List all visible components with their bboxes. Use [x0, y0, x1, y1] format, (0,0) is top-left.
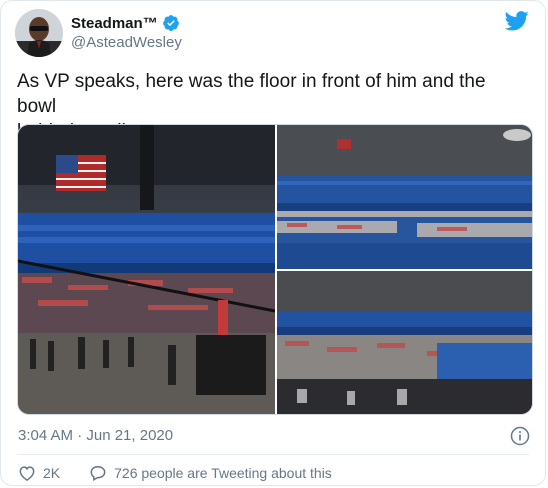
- like-count: 2K: [43, 465, 61, 481]
- twitter-bird-icon[interactable]: [505, 11, 529, 31]
- arena-bowl-bottom-image: [277, 271, 532, 414]
- arena-bowl-photo-top[interactable]: [277, 125, 532, 269]
- heart-icon: [19, 466, 35, 481]
- tweet-actions: 2K 726 people are Tweeting about this: [17, 463, 360, 483]
- arena-bowl-top-image: [277, 125, 532, 269]
- verified-badge-icon: [162, 15, 179, 31]
- arena-bowl-photo-bottom[interactable]: [277, 271, 532, 414]
- tweet-card: Steadman™ @AsteadWesley As VP speaks, he…: [0, 0, 546, 486]
- conversation-text: 726 people are Tweeting about this: [114, 465, 332, 481]
- speech-bubble-icon: [90, 465, 106, 481]
- author-name[interactable]: Steadman™: [71, 15, 158, 32]
- avatar-image: [15, 9, 63, 57]
- tweet-timestamp[interactable]: 3:04 AM · Jun 21, 2020: [18, 427, 173, 444]
- divider: [17, 454, 529, 455]
- info-icon[interactable]: [510, 426, 530, 446]
- author-handle[interactable]: @AsteadWesley: [71, 34, 182, 51]
- conversation-link[interactable]: 726 people are Tweeting about this: [88, 463, 332, 483]
- arena-floor-photo[interactable]: [18, 125, 275, 414]
- media-grid: [17, 124, 533, 415]
- author-avatar[interactable]: [15, 9, 63, 57]
- like-button[interactable]: 2K: [17, 463, 60, 483]
- arena-floor-image: [18, 125, 275, 414]
